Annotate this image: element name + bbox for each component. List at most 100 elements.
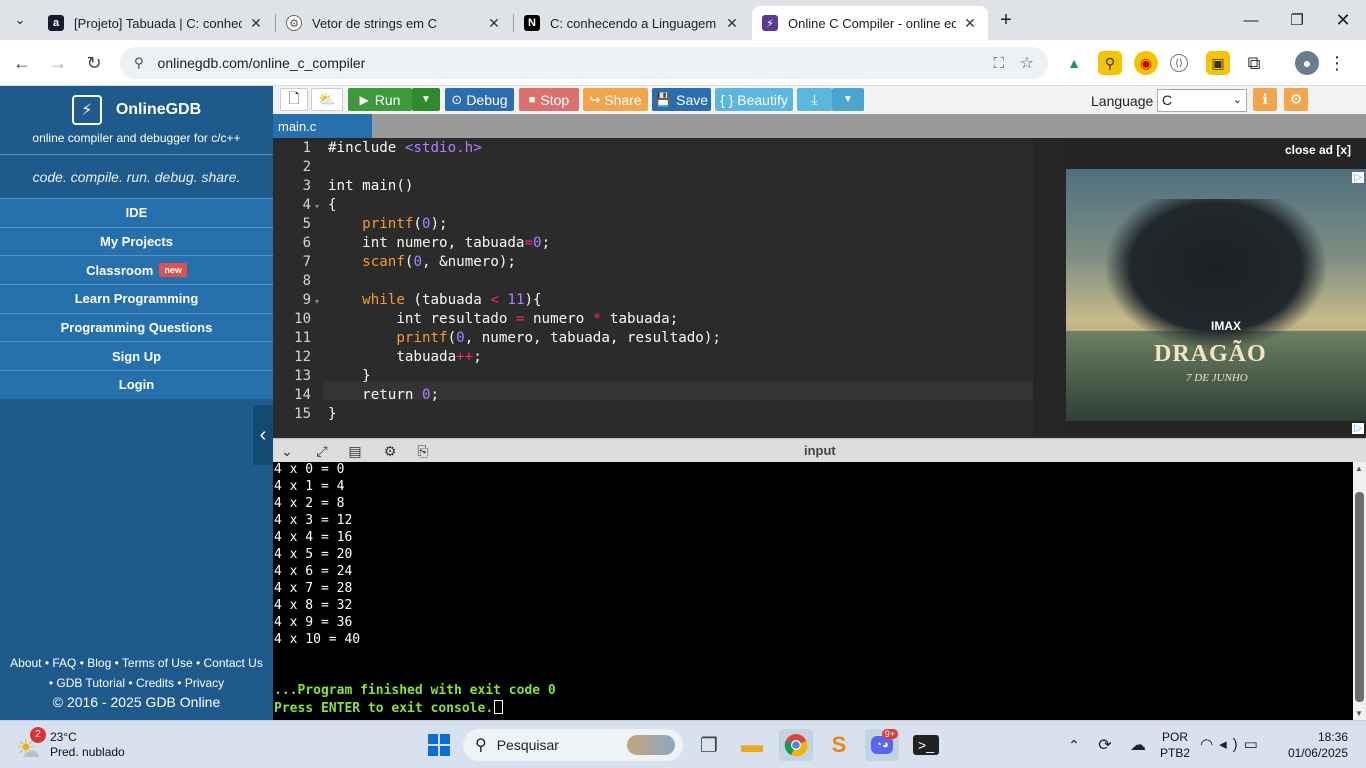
close-tab-icon[interactable]: ✕: [962, 15, 978, 32]
extensions-puzzle-icon[interactable]: ⧉: [1242, 51, 1266, 75]
scroll-up-arrow-icon[interactable]: ▲: [1355, 464, 1363, 473]
clock[interactable]: 18:36 01/06/2025: [1282, 729, 1348, 761]
extension-box-icon[interactable]: ▣: [1206, 51, 1230, 75]
code-editor[interactable]: 1 2 3 4 ▾ 5 6 7 8 9 ▾ 10 11 12 13 14 15 #include <stdio.…: [273, 138, 1066, 436]
profile-avatar[interactable]: ●: [1295, 51, 1319, 75]
brand-tagline: online compiler and debugger for c/c++: [32, 131, 241, 145]
chevron-up-icon[interactable]: ⌃: [1057, 729, 1091, 761]
settings-gear-icon[interactable]: ⚙: [1284, 88, 1308, 111]
debug-button[interactable]: ⊙ Debug: [445, 88, 514, 111]
sidebar-item-classroom[interactable]: Classroom new: [0, 255, 273, 285]
bookmark-star-icon[interactable]: ☆: [1020, 53, 1034, 73]
forward-button[interactable]: →: [43, 48, 73, 78]
collapse-sidebar-chevron-icon[interactable]: ‹: [253, 405, 273, 465]
brand-header[interactable]: ⚡ OnlineGDB online compiler and debugger…: [0, 86, 273, 154]
fold-arrow-icon[interactable]: ▾: [315, 202, 319, 211]
new-file-icon[interactable]: 🗋: [280, 88, 308, 111]
close-tab-icon[interactable]: ✕: [248, 15, 264, 32]
stop-button[interactable]: ■ Stop: [519, 88, 579, 111]
sync-icon[interactable]: ⟳: [1088, 729, 1122, 761]
cloud-off-icon[interactable]: ☁: [1121, 729, 1155, 761]
footer-links-1[interactable]: About • FAQ • Blog • Terms of Use • Cont…: [0, 650, 273, 673]
clock-date: 01/06/2025: [1287, 746, 1348, 760]
new-tab-button[interactable]: +: [983, 0, 1029, 40]
back-button[interactable]: ←: [7, 48, 37, 78]
fold-arrow-icon[interactable]: ▾: [315, 297, 319, 306]
windows-start-icon[interactable]: [422, 729, 456, 761]
language-select[interactable]: C ⌄: [1157, 89, 1247, 112]
browser-tab-3[interactable]: N C: conhecendo a Linguagem das ✕: [514, 6, 750, 40]
chevron-down-icon[interactable]: ⌄: [277, 442, 297, 460]
download-icon[interactable]: ⤓: [797, 88, 832, 111]
adchoices-icon[interactable]: ▷: [1352, 172, 1364, 183]
console-input-label[interactable]: input: [804, 443, 836, 458]
run-options-dropdown[interactable]: ▼: [412, 88, 440, 111]
debug-icon: ⊙: [451, 91, 463, 107]
browser-tab-1[interactable]: a [Projeto] Tabuada | C: conhecendo ✕: [38, 6, 274, 40]
reload-button[interactable]: ↻: [79, 48, 109, 78]
code-line: printf(0);: [362, 216, 448, 232]
console-scrollbar[interactable]: ▲ ▼: [1353, 462, 1366, 720]
console-prompt-line[interactable]: Press ENTER to exit console.: [274, 700, 504, 716]
discord-icon[interactable]: ◔◕ 9+: [865, 729, 899, 761]
close-tab-icon[interactable]: ✕: [724, 15, 740, 32]
site-settings-icon[interactable]: ⚲: [134, 55, 144, 71]
run-button[interactable]: ▶ Run: [348, 88, 412, 111]
chrome-icon[interactable]: [779, 729, 813, 761]
address-bar[interactable]: ⚲ onlinegdb.com/online_c_compiler ⛶ ☆: [120, 47, 1048, 79]
ad-image[interactable]: IMAX DRAGÃO 7 DE JUNHO: [1066, 169, 1366, 421]
console-line: 4 x 9 = 36: [274, 615, 353, 630]
adchoices-icon[interactable]: ▷: [1352, 423, 1364, 434]
language-indicator[interactable]: POR PTB2: [1160, 729, 1190, 761]
sidebar-item-login[interactable]: Login: [0, 370, 273, 399]
upload-icon[interactable]: ⛅: [311, 88, 343, 111]
sublime-text-icon[interactable]: S: [822, 729, 856, 761]
browser-tab-2[interactable]: ⚙ Vetor de strings em C ✕: [276, 6, 512, 40]
close-ad-button[interactable]: close ad [x]: [1285, 143, 1351, 157]
weather-widget[interactable]: 23°C Pred. nublado: [50, 730, 125, 760]
close-tab-icon[interactable]: ✕: [486, 15, 502, 32]
extension-code-icon[interactable]: ⟨⟩: [1170, 54, 1188, 72]
sidebar-item-learn-programming[interactable]: Learn Programming: [0, 284, 273, 313]
editor-scrollbar[interactable]: [1033, 138, 1066, 436]
task-view-icon[interactable]: ❐: [692, 729, 726, 761]
close-window-button[interactable]: ✕: [1320, 0, 1366, 40]
advertisement[interactable]: close ad [x] IMAX DRAGÃO 7 DE JUNHO ▷ ▷: [1066, 138, 1366, 436]
info-icon[interactable]: ℹ: [1253, 88, 1277, 111]
beautify-button[interactable]: { } Beautify: [715, 88, 793, 111]
system-tray[interactable]: ◠◂)▭: [1200, 735, 1264, 753]
sidebar-item-my-projects[interactable]: My Projects: [0, 226, 273, 256]
file-explorer-icon[interactable]: ▬: [735, 729, 769, 761]
extension-search-icon[interactable]: ⚲: [1098, 51, 1122, 75]
download-options-dropdown[interactable]: ▼: [832, 88, 864, 111]
file-tab-main-c[interactable]: main.c: [273, 114, 372, 138]
scrollbar-thumb[interactable]: [1355, 492, 1364, 702]
google-drive-icon[interactable]: ▲: [1062, 51, 1086, 75]
tab-title: Online C Compiler - online editor: [788, 15, 956, 31]
browser-menu-icon[interactable]: ⋮: [1325, 51, 1349, 75]
line-number: 8: [302, 273, 311, 289]
console-output[interactable]: 4 x 0 = 0 4 x 1 = 4 4 x 2 = 8 4 x 3 = 12 4 x…: [273, 462, 1353, 720]
footer-links-2[interactable]: • GDB Tutorial • Credits • Privacy: [0, 673, 273, 693]
extension-record-icon[interactable]: ◉: [1134, 51, 1158, 75]
taskbar-search[interactable]: ⚲ Pesquisar: [463, 729, 683, 761]
sidebar-item-programming-questions[interactable]: Programming Questions: [0, 312, 273, 342]
sidebar-item-sign-up[interactable]: Sign Up: [0, 341, 273, 371]
translate-icon[interactable]: ⛶: [993, 55, 1004, 72]
share-button[interactable]: ↪ Share: [583, 88, 648, 111]
console-line: 4 x 10 = 40: [274, 632, 361, 647]
expand-icon[interactable]: ⤢: [312, 442, 332, 460]
terminal-icon[interactable]: >_: [909, 729, 943, 761]
minimize-button[interactable]: —: [1228, 0, 1274, 40]
tab-search-chevron-icon[interactable]: ⌄: [0, 0, 40, 40]
maximize-button[interactable]: ❐: [1274, 0, 1320, 40]
weather-cloud-icon[interactable]: ☀ ☁ 2: [16, 727, 46, 761]
copy-icon[interactable]: ⎘: [413, 442, 433, 460]
layout-icon[interactable]: ▤: [345, 442, 365, 460]
settings-gear-icon[interactable]: ⚙: [380, 442, 400, 460]
browser-tab-4-active[interactable]: ⚡ Online C Compiler - online editor ✕: [752, 6, 988, 40]
scroll-down-arrow-icon[interactable]: ▼: [1355, 709, 1363, 718]
console-line: 4 x 3 = 12: [274, 513, 353, 528]
save-button[interactable]: 💾 Save: [652, 88, 711, 111]
sidebar-item-ide[interactable]: IDE: [0, 198, 273, 227]
